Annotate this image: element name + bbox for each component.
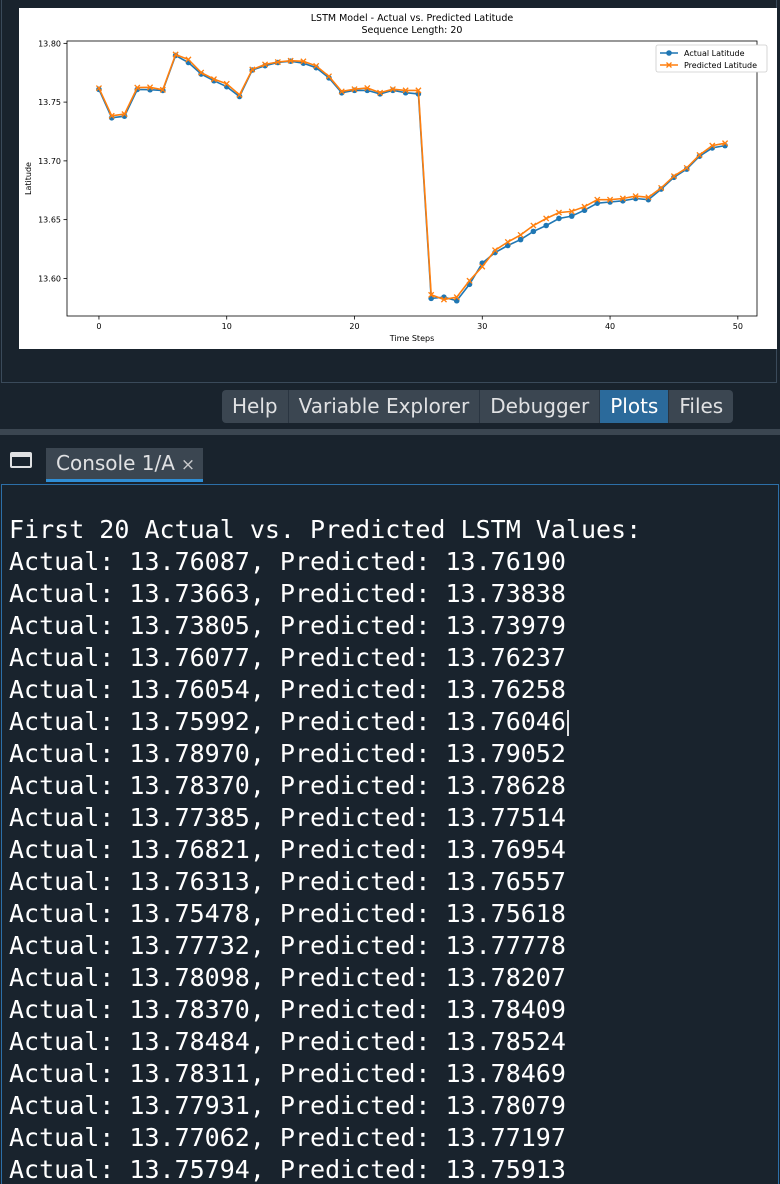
console-line-text: Actual: 13.78370, Predicted: 13.78409 xyxy=(9,995,566,1024)
console-output-line: Actual: 13.73805, Predicted: 13.73979 xyxy=(9,610,641,642)
console-output-line: Actual: 13.77062, Predicted: 13.77197 xyxy=(9,1122,641,1154)
console-text: First 20 Actual vs. Predicted LSTM Value… xyxy=(9,514,641,1184)
console-line-text: Actual: 13.76087, Predicted: 13.76190 xyxy=(9,547,566,576)
data-point-predicted xyxy=(517,231,524,238)
console-line-text: Actual: 13.77732, Predicted: 13.77778 xyxy=(9,931,566,960)
y-tick-label: 13.65 xyxy=(38,216,61,225)
x-tick-label: 50 xyxy=(733,322,743,331)
console-output-line: Actual: 13.75794, Predicted: 13.75913 xyxy=(9,1154,641,1184)
console-output-line: Actual: 13.76821, Predicted: 13.76954 xyxy=(9,834,641,866)
y-tick-label: 13.70 xyxy=(38,157,61,166)
tab-plots[interactable]: Plots xyxy=(600,390,670,423)
console-tab-label: Console 1/A xyxy=(56,451,175,475)
console-line-text: Actual: 13.76054, Predicted: 13.76258 xyxy=(9,675,566,704)
console-window-icon[interactable] xyxy=(10,452,32,468)
line-chart: LSTM Model - Actual vs. Predicted Latitu… xyxy=(24,13,768,343)
legend-label: Actual Latitude xyxy=(684,49,745,58)
console-line-text: Actual: 13.77931, Predicted: 13.78079 xyxy=(9,1091,566,1120)
console-line-text: Actual: 13.78098, Predicted: 13.78207 xyxy=(9,963,566,992)
console-output-line: Actual: 13.76313, Predicted: 13.76557 xyxy=(9,866,641,898)
console-output-line: Actual: 13.77385, Predicted: 13.77514 xyxy=(9,802,641,834)
series-line-actual xyxy=(98,54,726,302)
console-output-line: Actual: 13.78098, Predicted: 13.78207 xyxy=(9,962,641,994)
console-line-text: Actual: 13.78370, Predicted: 13.78628 xyxy=(9,771,566,800)
console-line-text: Actual: 13.75992, Predicted: 13.76046 xyxy=(9,707,566,736)
console-line-text: Actual: 13.75478, Predicted: 13.75618 xyxy=(9,899,566,928)
console-line-text: Actual: 13.76821, Predicted: 13.76954 xyxy=(9,835,566,864)
console-line-text: Actual: 13.76077, Predicted: 13.76237 xyxy=(9,643,566,672)
console-header: Console 1/A × xyxy=(0,436,780,484)
y-axis-label: Latitude xyxy=(24,162,33,195)
console-line-text: Actual: 13.76313, Predicted: 13.76557 xyxy=(9,867,566,896)
pane-splitter[interactable] xyxy=(0,429,780,435)
console-output-line: Actual: 13.77931, Predicted: 13.78079 xyxy=(9,1090,641,1122)
y-tick-label: 13.75 xyxy=(38,98,61,107)
pane-tab-bar: Help Variable Explorer Debugger Plots Files xyxy=(222,390,734,423)
console-output-line: Actual: 13.77732, Predicted: 13.77778 xyxy=(9,930,641,962)
chart-subtitle: Sequence Length: 20 xyxy=(362,25,463,36)
close-icon[interactable]: × xyxy=(181,455,195,475)
console-line-text: Actual: 13.77385, Predicted: 13.77514 xyxy=(9,803,566,832)
console-output-line: Actual: 13.76077, Predicted: 13.76237 xyxy=(9,642,641,674)
console-output-line: Actual: 13.78970, Predicted: 13.79052 xyxy=(9,738,641,770)
console-line-text: Actual: 13.73805, Predicted: 13.73979 xyxy=(9,611,566,640)
console-output-line: Actual: 13.78370, Predicted: 13.78628 xyxy=(9,770,641,802)
tab-debugger[interactable]: Debugger xyxy=(480,390,601,423)
console-output-line: Actual: 13.73663, Predicted: 13.73838 xyxy=(9,578,641,610)
tab-files[interactable]: Files xyxy=(669,390,733,423)
y-tick-label: 13.80 xyxy=(38,39,61,48)
data-point-actual xyxy=(543,222,549,229)
console-line-text: Actual: 13.75794, Predicted: 13.75913 xyxy=(9,1155,566,1184)
tab-help[interactable]: Help xyxy=(222,390,289,423)
x-tick-label: 10 xyxy=(222,322,232,331)
console-line-text: Actual: 13.78484, Predicted: 13.78524 xyxy=(9,1027,566,1056)
console-output-line: Actual: 13.75992, Predicted: 13.76046 xyxy=(9,706,641,738)
x-tick-label: 0 xyxy=(96,322,101,331)
x-tick-label: 20 xyxy=(349,322,359,331)
console-line-text: Actual: 13.77062, Predicted: 13.77197 xyxy=(9,1123,566,1152)
console-line-text: Actual: 13.78311, Predicted: 13.78469 xyxy=(9,1059,566,1088)
legend-marker-circle xyxy=(666,50,672,56)
console-output-line: Actual: 13.75478, Predicted: 13.75618 xyxy=(9,898,641,930)
plot-area-frame xyxy=(66,40,758,317)
console-line-text: Actual: 13.78970, Predicted: 13.79052 xyxy=(9,739,566,768)
y-tick-label: 13.60 xyxy=(38,274,61,283)
console-output-line: Actual: 13.78370, Predicted: 13.78409 xyxy=(9,994,641,1026)
tab-console[interactable]: Console 1/A × xyxy=(46,448,204,482)
data-point-predicted xyxy=(530,222,537,229)
console-line-text: Actual: 13.73663, Predicted: 13.73838 xyxy=(9,579,566,608)
x-tick-label: 30 xyxy=(477,322,487,331)
data-point-actual xyxy=(556,215,562,222)
text-cursor xyxy=(566,710,569,736)
tab-variable-explorer[interactable]: Variable Explorer xyxy=(289,390,481,423)
console-output-line: Actual: 13.76087, Predicted: 13.76190 xyxy=(9,546,641,578)
console-output[interactable]: First 20 Actual vs. Predicted LSTM Value… xyxy=(1,484,779,1184)
data-point-actual xyxy=(530,228,537,235)
legend-label: Predicted Latitude xyxy=(684,61,757,70)
console-header-line: First 20 Actual vs. Predicted LSTM Value… xyxy=(9,514,641,546)
console-output-line: Actual: 13.78484, Predicted: 13.78524 xyxy=(9,1026,641,1058)
console-output-line: Actual: 13.78311, Predicted: 13.78469 xyxy=(9,1058,641,1090)
console-output-line: Actual: 13.76054, Predicted: 13.76258 xyxy=(9,674,641,706)
series-line-predicted xyxy=(98,53,726,301)
x-axis-label: Time Steps xyxy=(389,334,435,343)
plot-figure[interactable]: LSTM Model - Actual vs. Predicted Latitu… xyxy=(19,8,777,349)
x-tick-label: 40 xyxy=(605,322,615,331)
chart-title: LSTM Model - Actual vs. Predicted Latitu… xyxy=(311,13,514,24)
console-line-text: First 20 Actual vs. Predicted LSTM Value… xyxy=(9,515,642,544)
